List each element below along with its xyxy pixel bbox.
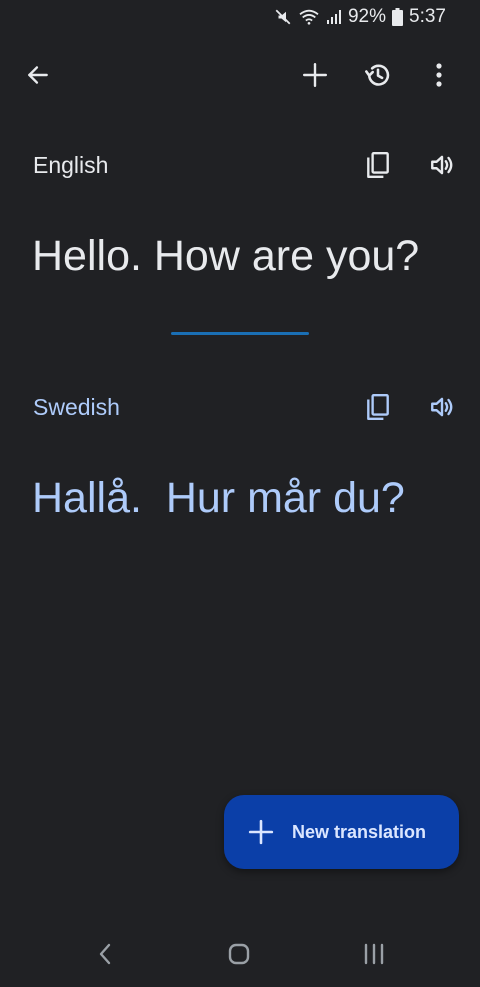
nav-recents-icon: [362, 943, 386, 970]
new-translation-button[interactable]: New translation: [224, 795, 459, 869]
plus-icon: [248, 819, 274, 845]
battery-icon: [392, 8, 404, 26]
wifi-icon: [298, 8, 320, 26]
app-bar: [0, 50, 480, 100]
copy-source-button[interactable]: [354, 141, 402, 189]
speak-source-button[interactable]: [418, 141, 466, 189]
more-vert-icon: [435, 63, 443, 87]
nav-home-button[interactable]: [214, 933, 264, 979]
volume-icon: [428, 152, 456, 178]
system-nav-bar: [0, 925, 480, 987]
plus-icon: [302, 62, 328, 88]
new-button[interactable]: [291, 51, 339, 99]
source-language-label: English: [33, 152, 109, 178]
back-button[interactable]: [14, 51, 62, 99]
signal-icon: [326, 9, 342, 25]
copy-translation-button[interactable]: [354, 383, 402, 431]
nav-recents-button[interactable]: [349, 933, 399, 979]
history-icon: [364, 61, 392, 89]
copy-icon: [365, 151, 391, 179]
new-translation-label: New translation: [292, 821, 427, 842]
nav-back-icon: [97, 942, 113, 971]
translation-text[interactable]: Hallå. Hur mår du?: [32, 474, 405, 523]
nav-home-icon: [227, 942, 251, 971]
target-language-label: Swedish: [33, 394, 120, 420]
back-arrow-icon: [25, 62, 51, 88]
battery-percent: 92%: [347, 6, 387, 27]
divider: [171, 332, 309, 335]
source-text[interactable]: Hello. How are you?: [32, 232, 419, 281]
more-options-button[interactable]: [415, 51, 463, 99]
status-bar: 92% 5:37: [0, 0, 480, 34]
nav-back-button[interactable]: [80, 933, 130, 979]
mute-icon: [274, 8, 292, 26]
volume-icon: [428, 394, 456, 420]
speak-translation-button[interactable]: [418, 383, 466, 431]
copy-icon: [365, 393, 391, 421]
history-button[interactable]: [354, 51, 402, 99]
clock: 5:37: [409, 6, 446, 27]
